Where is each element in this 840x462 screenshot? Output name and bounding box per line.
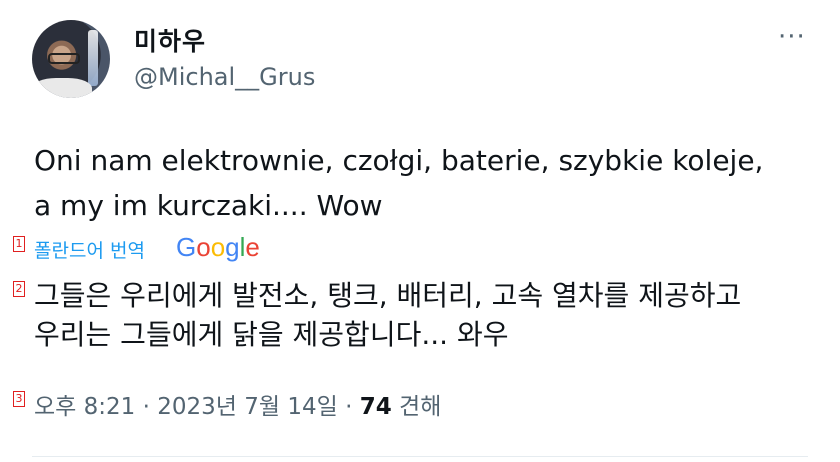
translated-from-label[interactable]: 폴란드어 번역: [34, 236, 145, 263]
views-count: 74: [359, 394, 392, 420]
annotation-marker-3: 3: [13, 391, 25, 407]
views-label: 견해: [391, 394, 442, 420]
user-handle[interactable]: @Michal__Grus: [134, 63, 315, 91]
divider: [32, 456, 808, 457]
annotation-marker-2: 2: [13, 281, 25, 297]
avatar-shirt: [32, 78, 92, 98]
avatar-glasses: [48, 53, 80, 64]
avatar[interactable]: [32, 20, 110, 98]
translated-text-line-1: 그들은 우리에게 발전소, 탱크, 배터리, 고속 열차를 제공하고: [34, 279, 742, 312]
tweet-text-line-1: Oni nam elektrownie, czołgi, baterie, sz…: [34, 144, 764, 177]
avatar-background-light: [88, 30, 98, 86]
google-letter: g: [225, 232, 240, 262]
google-letter: o: [210, 232, 226, 262]
tweet-text: Oni nam elektrownie, czołgi, baterie, sz…: [34, 138, 814, 228]
google-logo: Google: [176, 232, 260, 263]
tweet-date[interactable]: 2023년 7월 14일: [157, 394, 338, 420]
annotation-marker-1: 1: [13, 236, 25, 252]
google-letter: e: [245, 232, 260, 262]
google-letter: G: [176, 232, 197, 262]
translated-text-line-2: 우리는 그들에게 닭을 제공합니다... 와우: [34, 318, 509, 351]
google-letter: o: [196, 232, 211, 262]
tweet-time[interactable]: 오후 8:21: [34, 394, 135, 420]
more-options-icon[interactable]: ···: [778, 22, 806, 52]
tweet-metadata: 오후 8:21 · 2023년 7월 14일 · 74 견해: [34, 387, 441, 421]
meta-separator: ·: [337, 394, 360, 420]
translated-text: 그들은 우리에게 발전소, 탱크, 배터리, 고속 열차를 제공하고 우리는 그…: [34, 276, 824, 354]
tweet-text-line-2: a my im kurczaki.... Wow: [34, 189, 383, 222]
display-name[interactable]: 미하우: [134, 22, 206, 58]
meta-separator: ·: [135, 394, 158, 420]
